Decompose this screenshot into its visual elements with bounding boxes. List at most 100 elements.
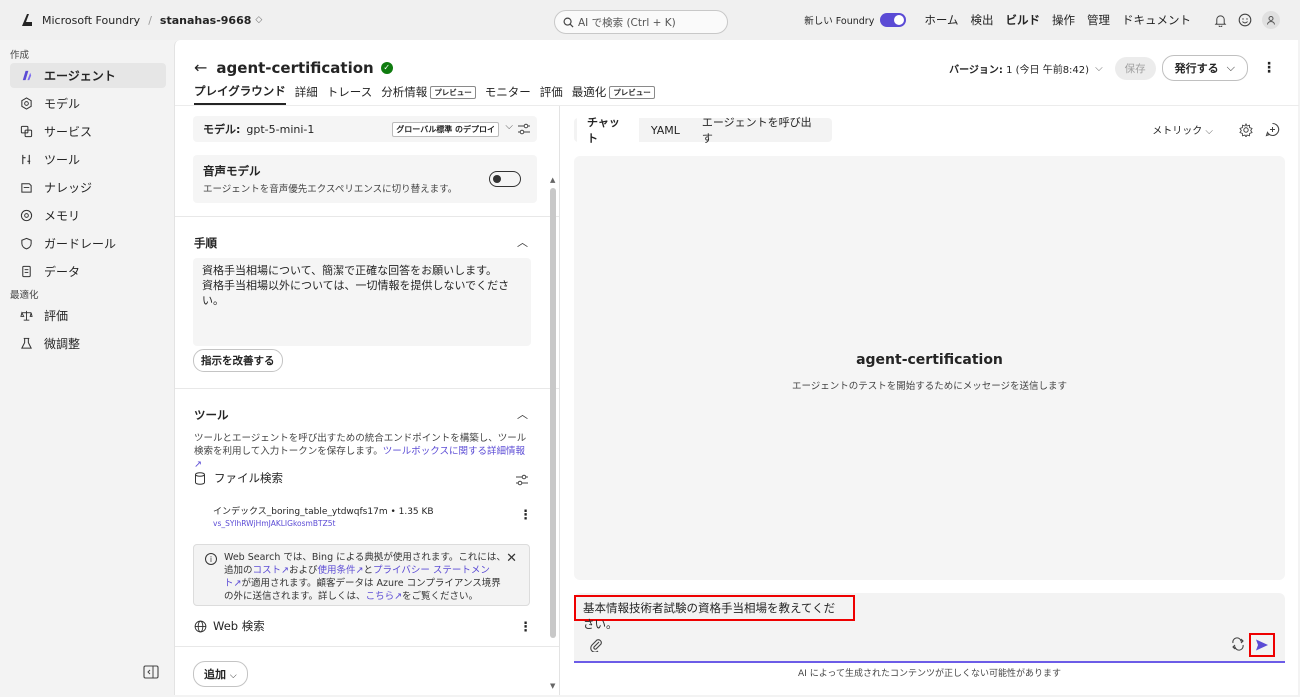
chevron-updown-icon[interactable]: ◇ <box>255 15 262 25</box>
sidebar-item-data[interactable]: データ <box>10 259 166 284</box>
sidebar-item-memory[interactable]: メモリ <box>10 203 166 228</box>
notice-text: が適用されます。顧客データは Azure コンプライアンス境界 <box>241 578 501 589</box>
project-name[interactable]: stanahas-9668 <box>160 14 251 27</box>
tab-chat[interactable]: チャット <box>577 111 639 149</box>
sidebar-item-models[interactable]: モデル <box>10 91 166 116</box>
sidebar-item-knowledge[interactable]: ナレッジ <box>10 175 166 200</box>
more-options-icon[interactable]: ⋮ <box>1262 60 1276 76</box>
external-link-icon: ↗ <box>394 591 403 602</box>
tab-optimize[interactable]: 最適化 プレビュー <box>572 84 655 104</box>
nav-build[interactable]: ビルド <box>1006 12 1041 28</box>
section-divider <box>175 646 559 647</box>
sidebar-item-tools[interactable]: ツール <box>10 147 166 172</box>
tab-playground[interactable]: プレイグラウンド <box>194 83 286 105</box>
send-button[interactable] <box>1249 633 1275 657</box>
tab-monitor[interactable]: モニター <box>485 84 531 104</box>
tab-details[interactable]: 詳細 <box>295 84 318 104</box>
cost-link[interactable]: コスト <box>253 565 282 576</box>
publish-label: 発行する <box>1174 62 1219 75</box>
more-options-icon[interactable]: ⋮ <box>519 508 532 523</box>
close-icon[interactable]: ✕ <box>506 552 517 565</box>
deployment-badge: グローバル標準 のデプロイ <box>392 122 499 137</box>
chat-empty-title: agent-certification <box>856 352 1003 368</box>
metrics-dropdown[interactable]: メトリック ⌵ <box>1152 122 1213 137</box>
agent-config-panel: モデル: gpt-5-mini-1 グローバル標準 のデプロイ ⌵ 音声モデル … <box>175 106 560 695</box>
save-button[interactable]: 保存 <box>1114 56 1156 80</box>
instructions-title: 手順 <box>194 236 217 250</box>
guardrail-icon <box>18 237 34 250</box>
scroll-up-arrow[interactable]: ▲ <box>550 176 555 184</box>
tab-evaluation[interactable]: 評価 <box>540 84 563 104</box>
paperclip-icon[interactable] <box>590 638 603 652</box>
bell-icon[interactable] <box>1212 12 1228 28</box>
scrollbar-thumb[interactable] <box>550 188 556 638</box>
tab-invoke-agent[interactable]: エージェントを呼び出す <box>692 111 827 149</box>
file-search-label: ファイル検索 <box>214 471 283 485</box>
version-selector[interactable]: バージョン: 1 (今日 午前8:42) <box>949 61 1089 76</box>
model-label: モデル: <box>203 123 241 136</box>
nav-home[interactable]: ホーム <box>924 12 958 28</box>
scroll-down-arrow[interactable]: ▼ <box>550 682 555 690</box>
info-icon: i <box>205 553 217 565</box>
notice-line: Web Search では、Bing による典拠が使用されます。これには、 <box>224 552 506 563</box>
tab-insights[interactable]: 分析情報 プレビュー <box>381 84 476 104</box>
tab-yaml[interactable]: YAML <box>641 121 690 140</box>
smiley-icon[interactable] <box>1237 12 1253 28</box>
here-link[interactable]: こちら <box>366 591 395 602</box>
privacy-link-cont[interactable]: ト <box>224 578 234 589</box>
sidebar-item-services[interactable]: サービス <box>10 119 166 144</box>
voice-toggle[interactable] <box>489 171 521 187</box>
check-circle-icon: ✓ <box>380 61 393 74</box>
chevron-up-icon[interactable]: ︿ <box>517 406 528 422</box>
sidebar-item-finetune[interactable]: 微調整 <box>10 331 166 356</box>
search-input[interactable]: AI で検索 (Ctrl + K) <box>554 10 728 34</box>
file-search-tool[interactable]: ファイル検索 <box>194 470 283 486</box>
new-foundry-toggle[interactable] <box>880 13 907 27</box>
chat-composer: 基本情報技術者試験の資格手当相場を教えてください。 <box>574 593 1285 663</box>
notice-line: 追加のコスト↗および使用条件↗とプライバシー ステートメン <box>224 564 519 577</box>
gear-icon[interactable] <box>1239 122 1253 137</box>
sidebar-item-evaluation[interactable]: 評価 <box>10 303 166 328</box>
improve-instructions-button[interactable]: 指示を改善する <box>193 349 283 372</box>
tab-traces[interactable]: トレース <box>327 84 372 104</box>
settings-sliders-icon[interactable] <box>515 473 529 487</box>
service-icon <box>18 125 34 138</box>
new-chat-icon[interactable] <box>1265 122 1280 137</box>
nav-operate[interactable]: 操作 <box>1052 12 1075 28</box>
instructions-textarea[interactable]: 資格手当相場について、簡潔で正確な回答をお願いします。 資格手当相場以外について… <box>193 258 531 346</box>
add-tool-button[interactable]: 追加 ⌵ <box>193 661 248 687</box>
back-arrow-icon[interactable]: ← <box>194 58 207 77</box>
brand[interactable]: Microsoft Foundry / stanahas-9668 ◇ <box>20 13 262 27</box>
notice-text: の外に送信されます。詳しくは、 <box>224 591 366 602</box>
privacy-link[interactable]: プライバシー ステートメン <box>373 565 490 576</box>
nav-manage[interactable]: 管理 <box>1087 12 1110 28</box>
more-options-icon[interactable]: ⋮ <box>519 620 532 635</box>
sidebar-item-label: 評価 <box>44 309 69 323</box>
nav-discover[interactable]: 検出 <box>971 12 994 28</box>
notice-text: 追加の <box>224 565 253 576</box>
loop-icon[interactable] <box>1231 637 1245 651</box>
vector-store-id[interactable]: vs_SYlhRWjHmJAKLIGkosmBTZ5t <box>213 519 335 528</box>
nav-docs[interactable]: ドキュメント <box>1122 12 1191 28</box>
toolbox-link[interactable]: ツールボックスに関する詳細情報 <box>383 446 525 457</box>
settings-sliders-icon[interactable] <box>517 122 531 136</box>
model-selector[interactable]: モデル: gpt-5-mini-1 グローバル標準 のデプロイ ⌵ <box>193 116 537 142</box>
chat-input[interactable]: 基本情報技術者試験の資格手当相場を教えてください。 <box>574 595 855 631</box>
notice-text: をご覧ください。 <box>402 591 479 602</box>
sidebar-item-label: メモリ <box>44 209 81 223</box>
data-icon <box>18 265 34 278</box>
collapse-sidebar-icon[interactable] <box>143 665 159 679</box>
new-foundry-label: 新しい Foundry <box>804 16 875 27</box>
sidebar-item-agents[interactable]: エージェント <box>10 63 166 88</box>
user-avatar-icon[interactable] <box>1262 11 1280 29</box>
terms-link[interactable]: 使用条件 <box>318 565 356 576</box>
sidebar-section-create: 作成 <box>10 50 30 61</box>
web-search-tool[interactable]: Web 検索 <box>194 618 265 634</box>
chevron-up-icon[interactable]: ︿ <box>517 234 528 250</box>
chevron-down-icon: ⌵ <box>1226 61 1235 74</box>
sidebar-item-guardrails[interactable]: ガードレール <box>10 231 166 256</box>
chevron-down-icon[interactable]: ⌵ <box>1095 63 1103 74</box>
publish-button[interactable]: 発行する ⌵ <box>1161 55 1248 81</box>
foundry-logo-icon <box>22 14 32 26</box>
external-link-icon: ↗ <box>281 565 289 576</box>
